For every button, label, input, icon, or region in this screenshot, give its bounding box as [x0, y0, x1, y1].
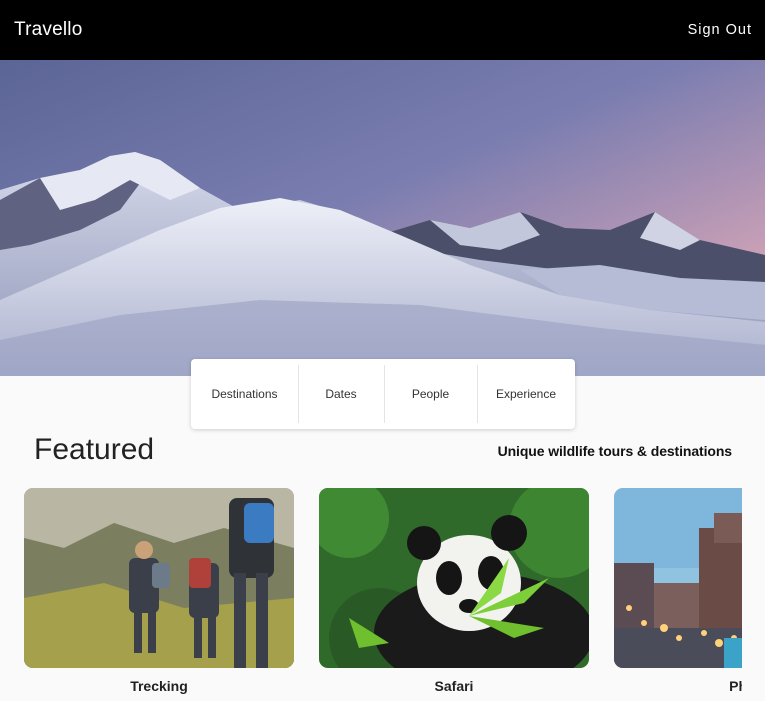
city-street-image [614, 488, 742, 668]
hero-mountain-image [0, 60, 765, 376]
search-bar: Destinations Dates People Experience [191, 359, 575, 429]
featured-carousel[interactable]: Trecking Safari P [24, 488, 742, 701]
card-safari[interactable]: Safari [319, 488, 589, 701]
featured-subtitle: Unique wildlife tours & destinations [497, 443, 733, 459]
card-label: Safari [434, 678, 474, 694]
experience-filter[interactable]: Experience [477, 359, 575, 429]
featured-heading: Featured [34, 433, 155, 466]
people-filter[interactable]: People [384, 359, 477, 429]
destinations-filter[interactable]: Destinations [191, 359, 298, 429]
card-trecking[interactable]: Trecking [24, 488, 294, 701]
app-title[interactable]: Travello [14, 19, 82, 41]
card-label: Photo [729, 678, 742, 694]
sign-out-button[interactable]: Sign Out [688, 22, 752, 38]
panda-image [319, 488, 589, 668]
card-photo[interactable]: Photo [614, 488, 742, 701]
app-bar: Travello Sign Out [0, 0, 765, 60]
card-label: Trecking [130, 678, 188, 694]
hikers-image [24, 488, 294, 668]
dates-filter[interactable]: Dates [298, 359, 384, 429]
